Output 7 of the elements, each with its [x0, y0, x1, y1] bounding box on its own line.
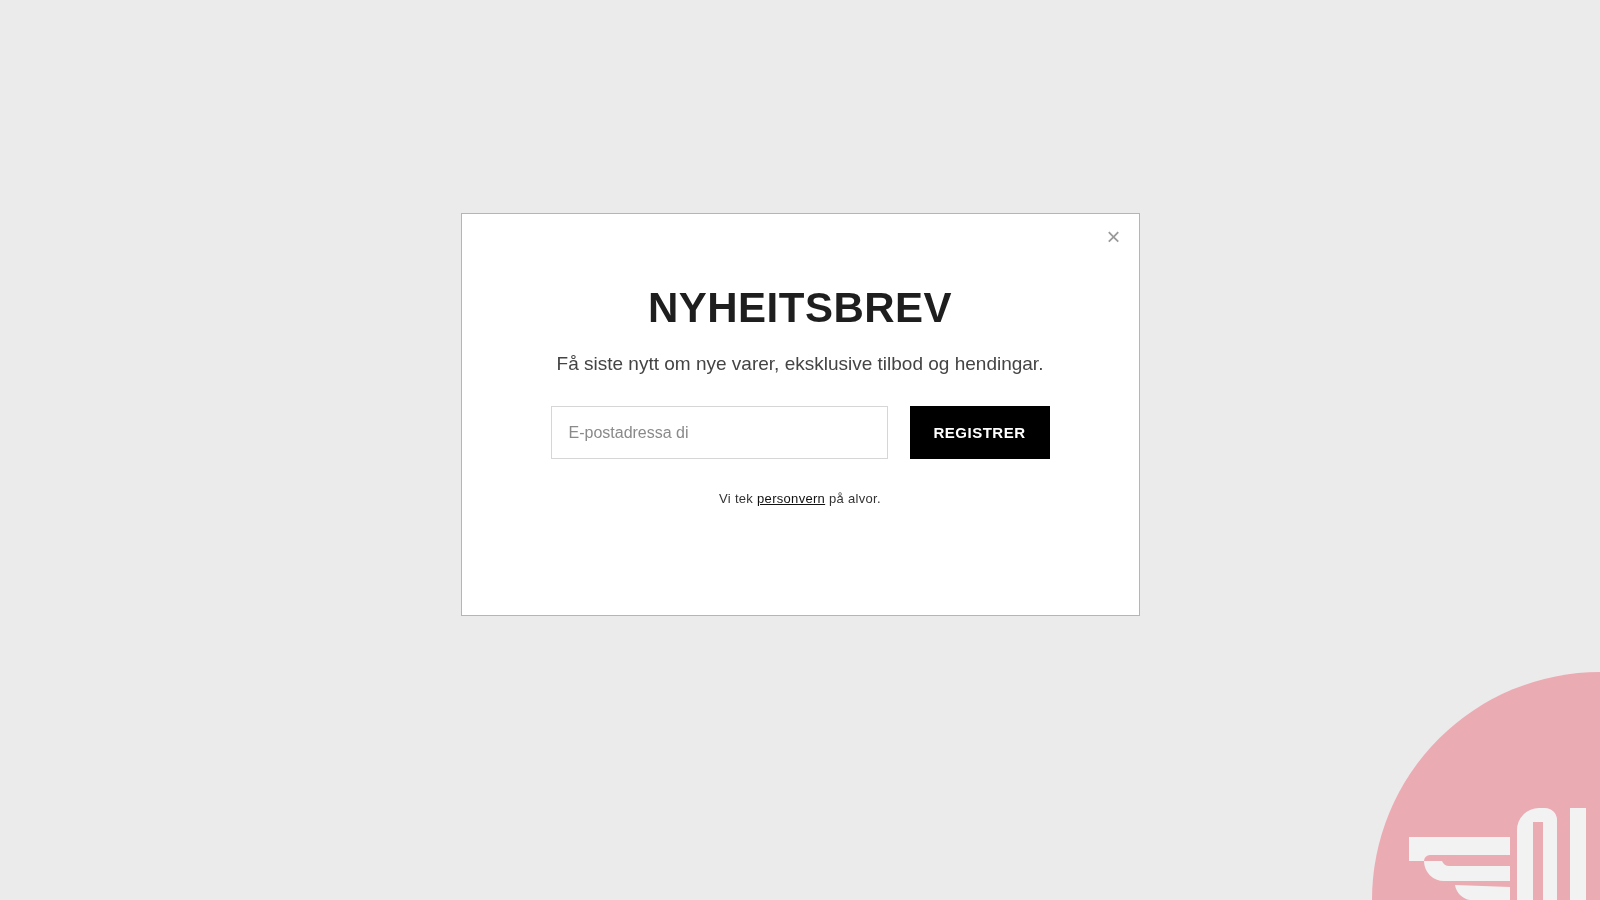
dialog-title: NYHEITSBREV — [647, 284, 953, 332]
email-field[interactable]: E-postadressa di — [550, 406, 888, 459]
logo-drawing[interactable] — [1372, 670, 1600, 900]
register-button[interactable]: REGISTRER — [909, 406, 1050, 459]
dialog-subtitle: Få siste nytt om nye varer, eksklusive tilbod og hendingar. — [556, 352, 1044, 376]
privacy-link[interactable]: personvern — [757, 491, 826, 506]
privacy-note: Vi tek personvern på alvor. — [719, 491, 881, 506]
